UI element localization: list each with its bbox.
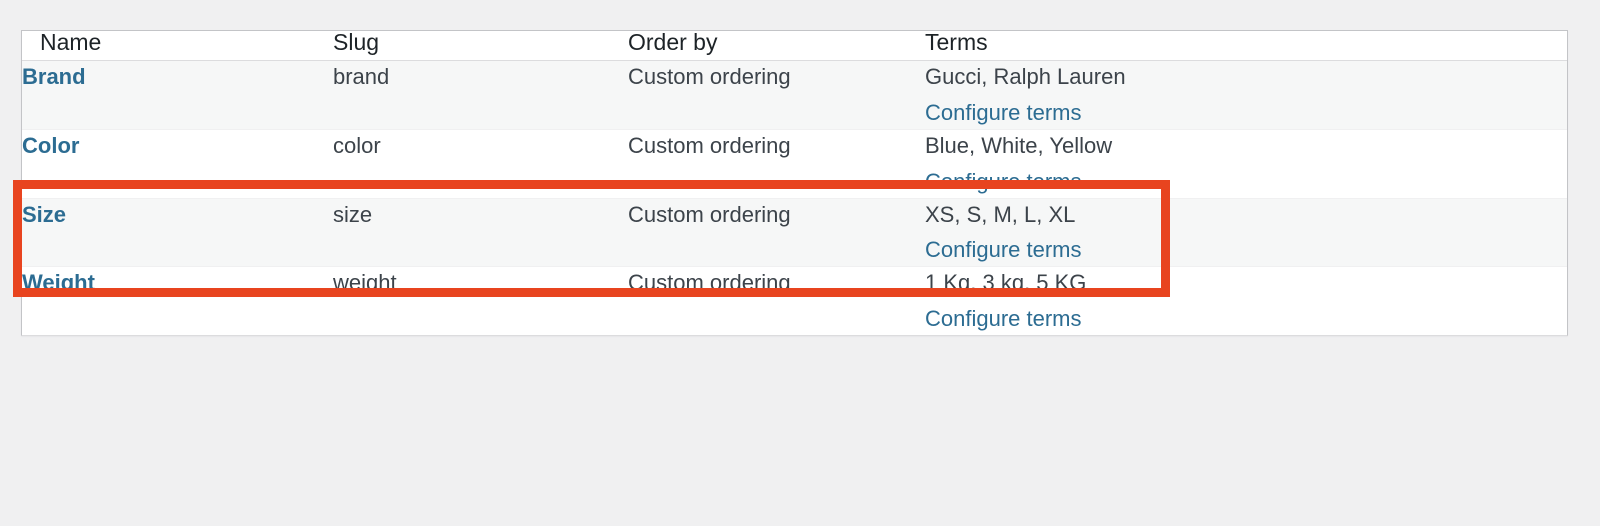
attributes-table: Name Slug Order by Terms Brand brand Cus… xyxy=(22,31,1567,336)
cell-order-by: Custom ordering xyxy=(628,266,925,336)
attributes-table-container: Name Slug Order by Terms Brand brand Cus… xyxy=(21,30,1568,337)
table-header-row: Name Slug Order by Terms xyxy=(22,31,1567,61)
column-header-terms[interactable]: Terms xyxy=(925,31,1567,61)
cell-order-by: Custom ordering xyxy=(628,197,925,267)
attribute-slug-text: size xyxy=(333,201,373,227)
table-row: Weight weight Custom ordering 1 Kg, 3 kg… xyxy=(22,266,1567,336)
configure-terms-link-weight[interactable]: Configure terms xyxy=(925,303,1082,335)
cell-name: Color xyxy=(22,128,333,199)
attribute-name-link-brand[interactable]: Brand xyxy=(22,64,86,89)
cell-name: Weight xyxy=(22,266,333,336)
attribute-terms-text: XS, S, M, L, XL xyxy=(925,201,1076,227)
attribute-terms-text: Gucci, Ralph Lauren xyxy=(925,64,1126,89)
table-row: Brand brand Custom ordering Gucci, Ralph… xyxy=(22,60,1567,130)
configure-terms-link-color[interactable]: Configure terms xyxy=(925,166,1082,198)
cell-name: Size xyxy=(22,197,333,267)
configure-terms-link-size[interactable]: Configure terms xyxy=(925,234,1082,266)
attribute-order-by-text: Custom ordering xyxy=(628,64,791,89)
cell-terms: 1 Kg, 3 kg, 5 KG Configure terms xyxy=(925,266,1567,336)
cell-name: Brand xyxy=(22,60,333,130)
attribute-terms-text: 1 Kg, 3 kg, 5 KG xyxy=(925,270,1087,296)
attribute-order-by-text: Custom ordering xyxy=(628,270,791,296)
cell-slug: brand xyxy=(333,60,628,130)
attribute-order-by-text: Custom ordering xyxy=(628,132,791,158)
attribute-terms-text: Blue, White, Yellow xyxy=(925,132,1113,158)
cell-slug: size xyxy=(333,197,628,267)
table-row: Color color Custom ordering Blue, White,… xyxy=(22,128,1567,199)
configure-terms-link-brand[interactable]: Configure terms xyxy=(925,97,1082,129)
cell-order-by: Custom ordering xyxy=(628,128,925,199)
attribute-name-link-weight[interactable]: Weight xyxy=(22,270,95,295)
cell-terms: Gucci, Ralph Lauren Configure terms xyxy=(925,60,1567,130)
attribute-slug-text: color xyxy=(333,132,381,158)
cell-terms: XS, S, M, L, XL Configure terms xyxy=(925,197,1567,267)
attribute-slug-text: brand xyxy=(333,64,390,89)
cell-slug: weight xyxy=(333,266,628,336)
attribute-order-by-text: Custom ordering xyxy=(628,201,791,227)
attribute-slug-text: weight xyxy=(333,270,397,296)
column-header-name[interactable]: Name xyxy=(22,31,333,61)
table-body: Brand brand Custom ordering Gucci, Ralph… xyxy=(22,60,1567,336)
cell-order-by: Custom ordering xyxy=(628,60,925,130)
cell-terms: Blue, White, Yellow Configure terms xyxy=(925,128,1567,199)
cell-slug: color xyxy=(333,128,628,199)
table-header: Name Slug Order by Terms xyxy=(22,31,1567,61)
column-header-slug[interactable]: Slug xyxy=(333,31,628,61)
attribute-name-link-size[interactable]: Size xyxy=(22,202,66,227)
column-header-order-by[interactable]: Order by xyxy=(628,31,925,61)
attributes-page: Name Slug Order by Terms Brand brand Cus… xyxy=(0,0,1600,526)
attribute-name-link-color[interactable]: Color xyxy=(22,133,79,158)
table-row: Size size Custom ordering XS, S, M, L, X… xyxy=(22,197,1567,267)
